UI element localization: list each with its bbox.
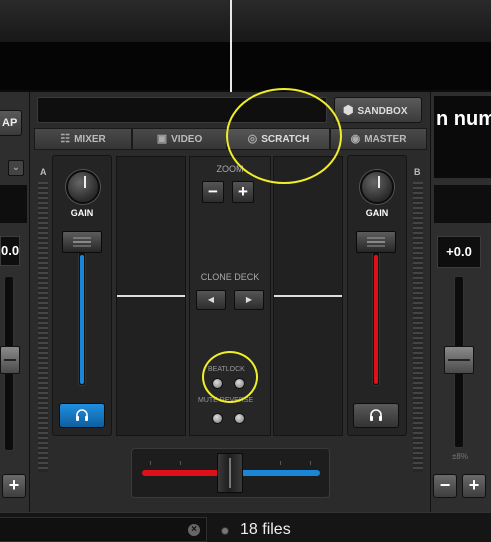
chevron-down-icon[interactable]: ⌄ (8, 160, 24, 176)
headphones-icon (76, 409, 88, 421)
radio-dot-icon[interactable] (221, 527, 229, 535)
tab-video[interactable]: ▣ VIDEO (132, 128, 227, 150)
crossfader-tick (280, 461, 281, 465)
channel-a-volume-fader[interactable] (62, 231, 102, 253)
left-pitch-plus-button[interactable]: + (2, 474, 26, 498)
playhead-line (230, 0, 232, 92)
crossfader-tick (150, 461, 151, 465)
channel-b-gain-label: GAIN (365, 208, 389, 218)
zoom-in-button[interactable]: + (232, 181, 254, 203)
triangle-right-icon: ▶ (245, 295, 253, 304)
channel-b-level-meter (413, 182, 423, 472)
clone-deck-left-button[interactable]: ◀ (196, 290, 226, 310)
right-pitch-range-label: ±8% (452, 452, 468, 461)
left-deck-display (0, 185, 27, 223)
channel-a-headphones-button[interactable] (59, 403, 105, 428)
channel-b-letter: B (414, 167, 421, 177)
channel-a-gain-label: GAIN (70, 208, 94, 218)
channel-a-level-meter (38, 182, 48, 472)
left-pitch-slider-thumb[interactable] (0, 346, 20, 374)
zoom-out-button[interactable]: − (202, 181, 224, 203)
scratch-playhead-a (117, 295, 185, 297)
tab-master[interactable]: ◉ MASTER (330, 128, 427, 150)
scratch-playhead-b (274, 295, 342, 297)
crossfader-left-bar (142, 470, 224, 476)
right-pitch-minus-button[interactable]: − (433, 474, 457, 498)
channel-a-gain-knob[interactable] (66, 170, 100, 204)
tab-mixer[interactable]: ☷ MIXER (34, 128, 132, 150)
right-pitch-plus-button[interactable]: + (462, 474, 486, 498)
clone-deck-label: CLONE DECK (200, 272, 260, 282)
sandbox-button[interactable]: ⬢ SANDBOX (334, 97, 422, 123)
crossfader-tick (310, 461, 311, 465)
channel-b-volume-fader[interactable] (356, 231, 396, 253)
cube-icon: ⬢ (343, 103, 354, 117)
clear-search-icon[interactable]: × (188, 524, 200, 536)
clone-deck-right-button[interactable]: ▶ (234, 290, 264, 310)
left-pitch-value: 0.0 (0, 236, 20, 266)
waveform-strip[interactable] (0, 0, 491, 92)
beatlock-highlight (202, 351, 258, 403)
headphones-icon (370, 409, 382, 421)
left-deck-ap-button[interactable]: AP (0, 110, 22, 136)
scratch-tab-highlight (226, 88, 342, 184)
crossfader-tick (180, 461, 181, 465)
triangle-left-icon: ◀ (207, 295, 215, 304)
channel-b-gain-knob[interactable] (360, 170, 394, 204)
right-deck-display (434, 185, 491, 223)
crossfader-right-bar (238, 470, 320, 476)
channel-a-letter: A (40, 167, 47, 177)
mixer-icon: ☷ (60, 133, 71, 145)
channel-b-headphones-button[interactable] (353, 403, 399, 428)
right-deck-title: n num (436, 108, 491, 130)
search-input[interactable] (0, 517, 207, 542)
mute-reverse-led-b[interactable] (234, 413, 245, 424)
crossfader-thumb[interactable] (217, 453, 243, 493)
right-pitch-value: +0.0 (437, 236, 481, 268)
right-pitch-slider-thumb[interactable] (444, 346, 474, 374)
sandbox-label: SANDBOX (357, 106, 408, 117)
channel-a-volume-track[interactable] (78, 236, 86, 386)
master-disc-icon: ◉ (350, 133, 361, 145)
mute-reverse-led-a[interactable] (212, 413, 223, 424)
video-film-icon: ▣ (156, 133, 168, 145)
channel-b-volume-track[interactable] (372, 236, 380, 386)
files-count: 18 files (240, 521, 291, 538)
